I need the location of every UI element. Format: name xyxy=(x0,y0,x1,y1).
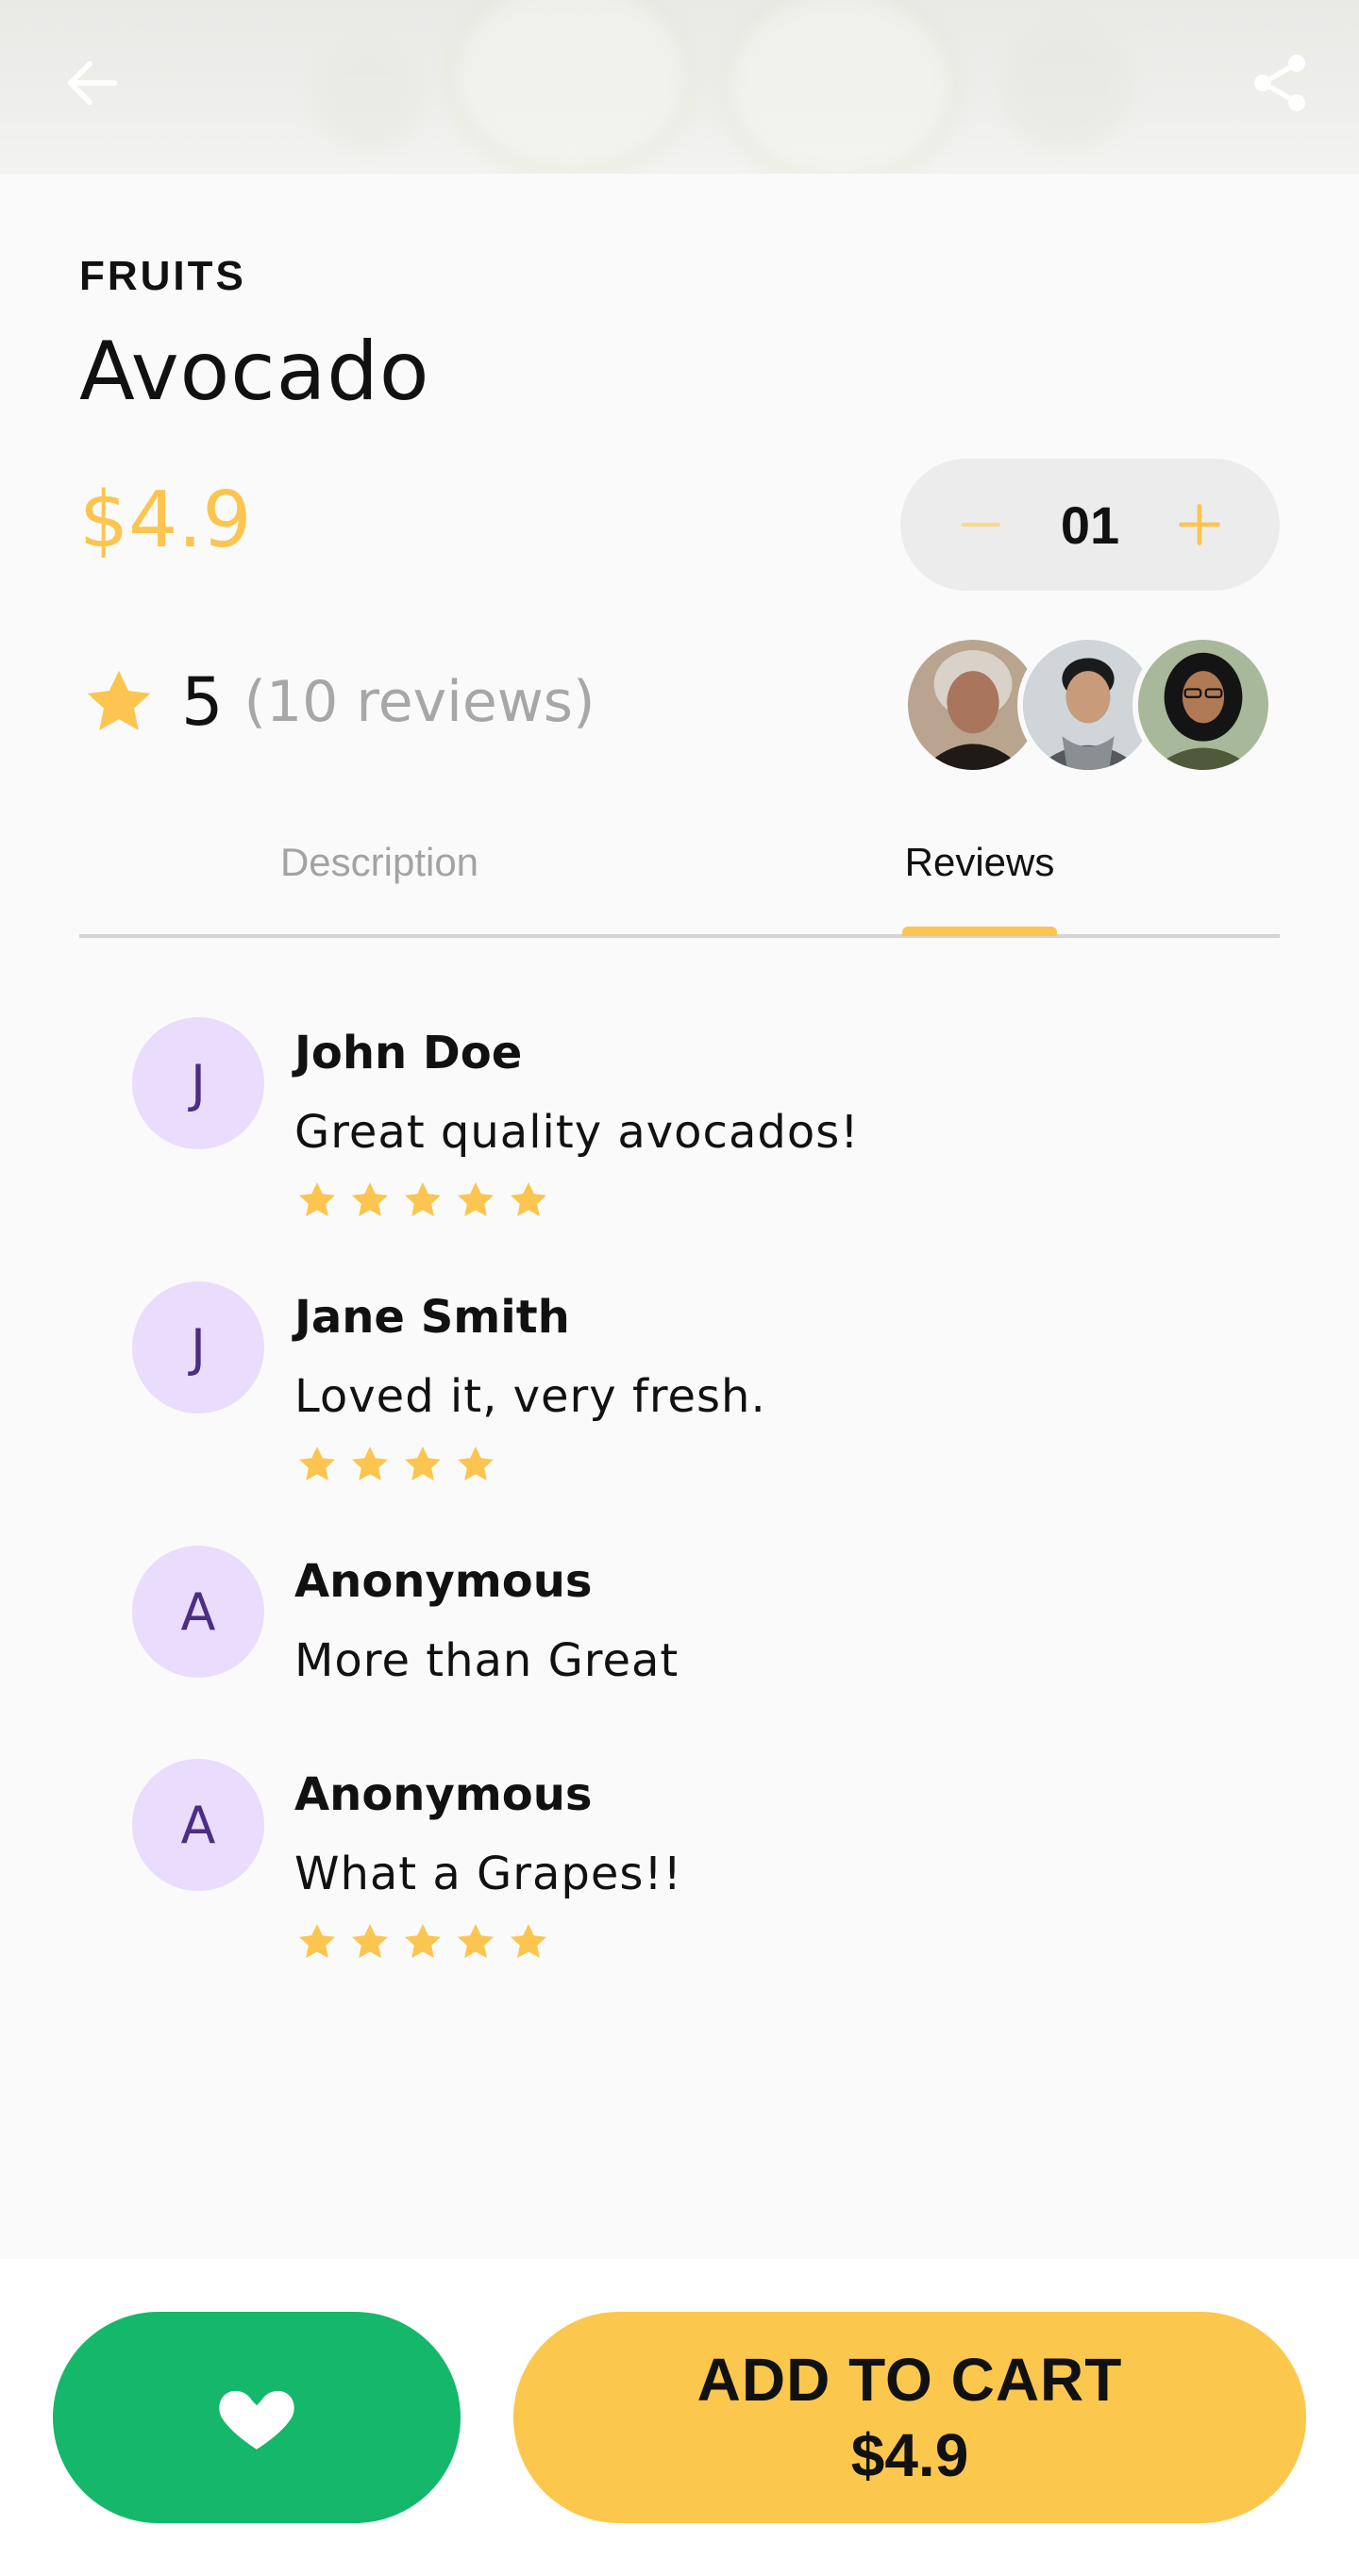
quantity-value: 01 xyxy=(1060,494,1120,555)
add-to-cart-price: $4.9 xyxy=(850,2421,969,2489)
add-to-cart-label: ADD TO CART xyxy=(696,2346,1123,2414)
star-icon xyxy=(405,1924,441,1958)
review-text: Great quality avocados! xyxy=(294,1106,860,1159)
quantity-stepper: 01 xyxy=(900,459,1280,591)
tab-reviews[interactable]: Reviews xyxy=(680,796,1280,928)
arrow-left-icon xyxy=(67,60,118,106)
product-price: $4.9 xyxy=(79,476,252,565)
review-stars xyxy=(294,1442,506,1487)
star-icon xyxy=(405,1182,441,1216)
active-tab-indicator xyxy=(902,927,1057,936)
star-icon xyxy=(352,1447,388,1480)
add-to-cart-button[interactable]: ADD TO CART $4.9 xyxy=(513,2312,1306,2523)
reviewer-avatar: A xyxy=(132,1546,264,1678)
reviewer-name: John Doe xyxy=(294,1027,523,1079)
reviewer-name: Anonymous xyxy=(294,1555,593,1608)
star-icon xyxy=(299,1447,335,1480)
reviewer-avatar: J xyxy=(132,1017,264,1149)
product-image xyxy=(0,0,1359,174)
tab-bar: Description Reviews xyxy=(79,796,1280,938)
star-icon xyxy=(87,670,151,730)
bottom-action-bar: ADD TO CART $4.9 xyxy=(0,2259,1359,2576)
minus-icon xyxy=(961,522,1000,527)
product-category: FRUITS xyxy=(79,253,246,299)
star-icon xyxy=(352,1924,388,1958)
reviewer-avatar: J xyxy=(132,1281,264,1413)
heart-icon xyxy=(219,2390,294,2450)
star-icon xyxy=(511,1182,546,1216)
star-icon xyxy=(405,1447,441,1480)
review-text: More than Great xyxy=(294,1634,680,1687)
tab-divider xyxy=(79,934,1280,938)
rating-value: 5 xyxy=(181,663,224,741)
reviews-count[interactable]: (10 reviews) xyxy=(244,669,596,735)
product-detail-page: FRUITS Avocado $4.9 01 5 (10 reviews) De… xyxy=(0,0,1359,2576)
reviewer-avatars[interactable] xyxy=(902,634,1280,776)
review-stars xyxy=(294,1919,559,1965)
reviewer-name: Anonymous xyxy=(294,1768,593,1821)
avatar xyxy=(1132,634,1274,776)
star-icon xyxy=(511,1924,546,1958)
star-icon xyxy=(299,1182,335,1216)
share-icon xyxy=(1254,55,1305,111)
product-sheet: FRUITS Avocado $4.9 01 5 (10 reviews) xyxy=(0,174,1359,2259)
decrease-quantity-button[interactable] xyxy=(948,492,1014,558)
review-text: Loved it, very fresh. xyxy=(294,1370,766,1423)
reviewer-name: Jane Smith xyxy=(294,1291,570,1344)
plus-icon xyxy=(1179,504,1220,545)
rating-summary: 5 (10 reviews) xyxy=(79,645,595,759)
review-stars xyxy=(294,1178,559,1223)
favorite-button[interactable] xyxy=(53,2312,461,2523)
tab-description[interactable]: Description xyxy=(79,796,680,928)
star-icon xyxy=(299,1924,335,1958)
share-button[interactable] xyxy=(1240,43,1319,123)
star-icon xyxy=(458,1182,494,1216)
product-title: Avocado xyxy=(79,325,430,419)
star-icon xyxy=(458,1447,494,1480)
increase-quantity-button[interactable] xyxy=(1166,492,1233,558)
star-icon xyxy=(352,1182,388,1216)
back-button[interactable] xyxy=(53,43,132,123)
star-icon xyxy=(458,1924,494,1958)
reviewer-avatar: A xyxy=(132,1759,264,1891)
review-text: What a Grapes!! xyxy=(294,1848,682,1900)
